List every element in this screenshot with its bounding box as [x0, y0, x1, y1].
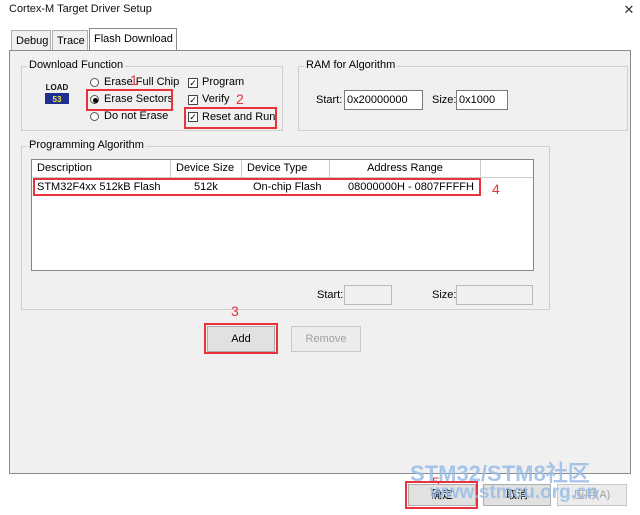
- do-not-erase-radio[interactable]: [90, 112, 99, 121]
- algorithm-start-label: Start:: [317, 289, 344, 301]
- ram-start-input[interactable]: 0x20000000: [344, 90, 423, 110]
- ram-size-label: Size:: [432, 94, 457, 106]
- remove-button[interactable]: Remove: [291, 326, 361, 352]
- ram-start-label: Start:: [316, 94, 343, 106]
- download-function-title: Download Function: [27, 59, 126, 71]
- ram-size-input[interactable]: 0x1000: [456, 90, 508, 110]
- programming-algorithm-title: Programming Algorithm: [27, 139, 146, 151]
- window-title: Cortex-M Target Driver Setup: [9, 3, 152, 15]
- column-device-size[interactable]: Device Size: [171, 160, 242, 178]
- annotation-3: 3: [231, 303, 239, 319]
- annotation-2: 2: [236, 91, 244, 107]
- highlight-algorithm-row: [33, 178, 481, 196]
- svg-text:LOAD: LOAD: [46, 83, 69, 92]
- svg-text:53: 53: [53, 95, 62, 104]
- annotation-4: 4: [492, 181, 500, 197]
- do-not-erase-label: Do not Erase: [104, 110, 169, 122]
- tab-flash-download[interactable]: Flash Download: [89, 28, 177, 51]
- algorithm-size-label: Size:: [432, 289, 457, 301]
- algorithm-size-input[interactable]: [456, 285, 533, 305]
- algorithm-start-input[interactable]: [344, 285, 392, 305]
- column-filler: [481, 160, 533, 178]
- highlight-reset-and-run: [184, 107, 277, 129]
- program-checkbox[interactable]: ✓: [188, 78, 198, 88]
- erase-full-chip-label: Erase Full Chip: [104, 76, 180, 88]
- verify-label: Verify: [202, 93, 230, 105]
- tab-debug[interactable]: Debug: [11, 30, 51, 50]
- erase-full-chip-radio[interactable]: [90, 78, 99, 87]
- highlight-erase-sectors: [86, 89, 173, 111]
- watermark-url: www.stmcu.org.cn: [430, 482, 599, 503]
- tab-trace[interactable]: Trace: [52, 30, 88, 50]
- program-label: Program: [202, 76, 245, 88]
- close-icon[interactable]: ✕: [618, 0, 640, 20]
- annotation-1: 1: [130, 72, 138, 88]
- verify-checkbox[interactable]: ✓: [188, 95, 198, 105]
- column-description[interactable]: Description: [32, 160, 171, 178]
- column-device-type[interactable]: Device Type: [242, 160, 330, 178]
- highlight-add-button: [204, 323, 278, 354]
- column-address-range[interactable]: Address Range: [330, 160, 481, 178]
- load-icon: LOAD 53: [44, 80, 70, 106]
- ram-for-algorithm-title: RAM for Algorithm: [304, 59, 398, 71]
